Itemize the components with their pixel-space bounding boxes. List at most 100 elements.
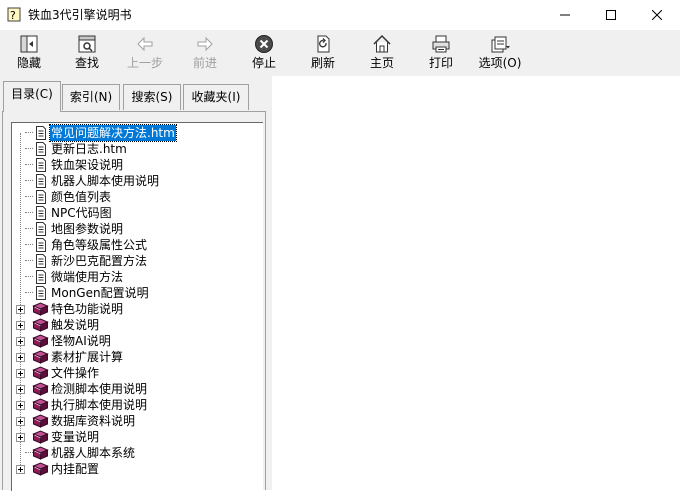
tree-connector xyxy=(25,244,33,246)
stop-icon xyxy=(255,35,273,53)
page-icon xyxy=(36,174,46,188)
contents-panel: 常见问题解决方法.htm 更新日志.htm 铁血架设说明机器人脚本使用说明 颜色值列表… xyxy=(2,111,266,491)
contents-tree[interactable]: 常见问题解决方法.htm 更新日志.htm 铁血架设说明机器人脚本使用说明 颜色值列表… xyxy=(11,122,263,491)
tree-item-page[interactable]: 机器人脚本使用说明 xyxy=(12,173,262,189)
book-icon xyxy=(32,302,49,316)
tree-item-book[interactable]: 怪物AI说明 xyxy=(12,333,262,349)
tree-item-page[interactable]: 角色等级属性公式 xyxy=(12,237,262,253)
tree-item-label: 微端使用方法 xyxy=(51,270,124,284)
tree-connector xyxy=(25,228,33,230)
back-arrow-icon xyxy=(137,36,153,52)
tab-search[interactable]: 搜索(S) xyxy=(123,84,181,110)
title-bar: ? 铁血3代引擎说明书 xyxy=(0,0,680,30)
tree-connector xyxy=(25,276,33,278)
page-icon xyxy=(36,270,46,284)
navigation-pane: 目录(C) 索引(N) 搜索(S) 收藏夹(I) 常见问题解决方法.htm 更新日… xyxy=(0,76,268,491)
tree-item-book[interactable]: 触发说明 xyxy=(12,317,262,333)
page-icon xyxy=(36,222,46,236)
tree-item-book[interactable]: 素材扩展计算 xyxy=(12,349,262,365)
page-icon xyxy=(36,158,46,172)
tree-connector xyxy=(25,132,33,134)
back-button[interactable]: 上一步 xyxy=(117,32,173,74)
tree-item-book[interactable]: 数据库资料说明 xyxy=(12,413,262,429)
tree-item-label: 检测脚本使用说明 xyxy=(51,382,148,396)
home-label: 主页 xyxy=(369,56,394,70)
tree-item-page[interactable]: MonGen配置说明 xyxy=(12,285,262,301)
hide-button[interactable]: 隐藏 xyxy=(1,32,57,74)
expand-plus-icon[interactable] xyxy=(16,417,25,426)
refresh-label: 刷新 xyxy=(310,56,335,70)
tab-index[interactable]: 索引(N) xyxy=(62,84,120,110)
tree-item-book[interactable]: 检测脚本使用说明 xyxy=(12,381,262,397)
tab-index-label: 索引(N) xyxy=(69,90,113,104)
forward-label: 前进 xyxy=(192,56,217,70)
printer-icon xyxy=(432,35,450,53)
tree-connector xyxy=(25,292,33,294)
tree-item-label: 铁血架设说明 xyxy=(51,158,124,172)
book-icon xyxy=(32,398,49,412)
page-icon xyxy=(36,126,46,140)
tree-item-label: 特色功能说明 xyxy=(51,302,124,316)
expand-plus-icon[interactable] xyxy=(16,305,25,314)
expand-plus-icon[interactable] xyxy=(16,433,25,442)
expand-plus-icon[interactable] xyxy=(16,321,25,330)
tree-item-label: 数据库资料说明 xyxy=(51,414,136,428)
tree-item-label: 执行脚本使用说明 xyxy=(51,398,148,412)
tree-item-label: 机器人脚本使用说明 xyxy=(51,174,160,188)
tree-connector xyxy=(25,260,33,262)
tree-item-label: 文件操作 xyxy=(51,366,100,380)
book-icon xyxy=(32,350,49,364)
close-button[interactable] xyxy=(634,0,680,30)
expand-plus-icon[interactable] xyxy=(16,385,25,394)
expand-plus-icon[interactable] xyxy=(16,337,25,346)
tab-favorites[interactable]: 收藏夹(I) xyxy=(183,84,249,110)
page-icon xyxy=(36,206,46,220)
tree-item-book[interactable]: 内挂配置 xyxy=(12,461,262,477)
print-button[interactable]: 打印 xyxy=(413,32,469,74)
tree-item-page[interactable]: 地图参数说明 xyxy=(12,221,262,237)
expand-plus-icon[interactable] xyxy=(16,465,25,474)
tree-item-book[interactable]: 执行脚本使用说明 xyxy=(12,397,262,413)
find-icon xyxy=(78,35,96,53)
book-icon xyxy=(32,414,49,428)
forward-button[interactable]: 前进 xyxy=(177,32,233,74)
expand-plus-icon[interactable] xyxy=(16,369,25,378)
stop-button[interactable]: 停止 xyxy=(236,32,292,74)
book-icon xyxy=(32,430,49,444)
page-icon xyxy=(36,286,46,300)
tree-item-page[interactable]: NPC代码图 xyxy=(12,205,262,221)
minimize-icon xyxy=(560,14,570,16)
options-button[interactable]: 选项(O) xyxy=(472,32,528,74)
tree-item-label: 变量说明 xyxy=(51,430,100,444)
tree-item-label: NPC代码图 xyxy=(51,206,112,220)
back-label: 上一步 xyxy=(126,56,163,70)
home-button[interactable]: 主页 xyxy=(354,32,410,74)
expand-plus-icon[interactable] xyxy=(16,401,25,410)
tree-item-book[interactable]: 特色功能说明 xyxy=(12,301,262,317)
maximize-button[interactable] xyxy=(588,0,634,30)
hide-label: 隐藏 xyxy=(16,56,41,70)
stop-label: 停止 xyxy=(251,56,276,70)
topic-content-area[interactable] xyxy=(272,76,680,490)
tree-item-page[interactable]: 铁血架设说明 xyxy=(12,157,262,173)
tree-item-page[interactable]: 新沙巴克配置方法 xyxy=(12,253,262,269)
find-button[interactable]: 查找 xyxy=(59,32,115,74)
tree-item-book[interactable]: 文件操作 xyxy=(12,365,262,381)
maximize-icon xyxy=(606,10,616,20)
tree-item-page[interactable]: 颜色值列表 xyxy=(12,189,262,205)
expand-plus-icon[interactable] xyxy=(16,353,25,362)
page-icon xyxy=(36,190,46,204)
tree-item-label: 怪物AI说明 xyxy=(51,334,111,348)
tree-item-book[interactable]: 机器人脚本系统 xyxy=(12,445,262,461)
tree-item-book[interactable]: 变量说明 xyxy=(12,429,262,445)
book-icon xyxy=(32,334,49,348)
tree-item-label: 内挂配置 xyxy=(51,462,100,476)
minimize-button[interactable] xyxy=(542,0,588,30)
tab-contents[interactable]: 目录(C) xyxy=(3,81,61,112)
tree-item-page[interactable]: 更新日志.htm xyxy=(12,141,262,157)
tree-connector xyxy=(25,212,33,214)
refresh-button[interactable]: 刷新 xyxy=(295,32,351,74)
tree-item-page[interactable]: 常见问题解决方法.htm xyxy=(12,124,262,142)
svg-text:?: ? xyxy=(10,9,16,22)
tree-item-page[interactable]: 微端使用方法 xyxy=(12,269,262,285)
